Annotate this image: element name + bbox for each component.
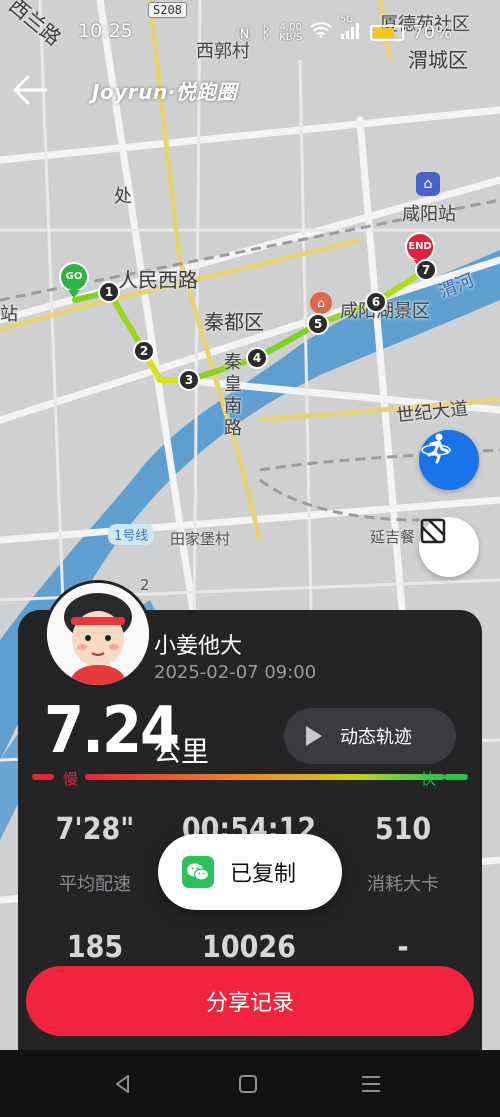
nav-home-button[interactable] (233, 1070, 263, 1098)
map-label-xianyang-station: 咸阳站 (402, 204, 456, 225)
route-start-marker: GO (59, 262, 89, 298)
track-replay-label: 动态轨迹 (340, 727, 412, 748)
station-icon: ⌂ (416, 172, 440, 196)
route-checkpoint: 2 (133, 340, 155, 362)
map-label-chu: 处 (114, 186, 132, 207)
map-label-tianjiabao: 田家堡村 (170, 530, 231, 548)
toast-message: 已复制 (230, 862, 297, 887)
nav-back-button[interactable] (108, 1070, 138, 1098)
metro-line-badge: 1号线 (108, 524, 155, 545)
nfc-icon: Ⓝ (236, 25, 253, 45)
map-label-renmin-xilu: 人民西路 (118, 268, 198, 292)
arrow-left-icon (13, 75, 48, 105)
menu-recents-icon (362, 1076, 380, 1092)
system-nav-bar (0, 1050, 500, 1117)
stat-calories-label: 消耗大卡 (367, 874, 439, 895)
track-replay-button[interactable]: 动态轨迹 (284, 708, 456, 764)
status-bar: 10:25 Ⓝ ᛒ 4.00 KB/S 5G 70% (0, 0, 500, 62)
distance-unit: 公里 (153, 735, 210, 768)
app-logo: Joyrun·悦跑圈 (92, 80, 238, 104)
square-home-icon (239, 1075, 257, 1093)
stat-pace-value: 7'28" (55, 812, 135, 847)
pace-slow-label: 慢 (63, 770, 79, 788)
avatar[interactable] (44, 580, 152, 688)
battery-percent: 70% (412, 22, 453, 43)
runner-icon (421, 433, 451, 464)
route-checkpoint: 7 (415, 259, 437, 281)
copied-toast: 已复制 (158, 834, 342, 910)
map-label-qindu: 秦都区 (204, 310, 264, 334)
pace-fast-label: 快 (421, 770, 437, 788)
stat-calories-value: 510 (374, 812, 432, 847)
map-label-num-2: 2 (140, 576, 150, 594)
map-label-zhan: 站 (0, 304, 18, 325)
nav-recents-button[interactable] (356, 1070, 386, 1098)
stat-steps-value: 10026 (202, 930, 296, 965)
stat-pace-label: 平均配速 (59, 874, 131, 895)
route-checkpoint: 1 (98, 281, 120, 303)
triangle-back-icon (116, 1075, 129, 1093)
wechat-icon (182, 856, 214, 888)
back-button[interactable] (10, 72, 50, 108)
signal-icon: 5G (340, 15, 362, 42)
play-icon (306, 726, 322, 746)
pace-legend-bar (30, 772, 468, 782)
map-toggle-button[interactable] (419, 517, 479, 577)
map-label-yanjiwan: 延吉餐 (370, 528, 416, 546)
route-checkpoint: 3 (178, 369, 200, 391)
wifi-icon (310, 22, 332, 43)
status-icons: Ⓝ ᛒ 4.00 KB/S 5G 70% (236, 15, 453, 45)
scenic-icon: ⌂ (310, 292, 332, 314)
run-date: 2025-02-07 09:00 (154, 662, 317, 683)
route-checkpoint: 6 (365, 291, 387, 313)
battery-icon (370, 24, 405, 41)
bluetooth-icon: ᛒ (261, 22, 272, 43)
route-checkpoint: 4 (246, 347, 268, 369)
user-name: 小姜他大 (154, 634, 243, 659)
map-label-qinhuang-nanlu: 秦皇南路 (224, 352, 242, 439)
crop-icon (420, 518, 446, 544)
avatar-illustration (47, 583, 149, 685)
status-time: 10:25 (78, 20, 133, 42)
stat-extra-value: - (397, 930, 409, 965)
stat-heart-rate-value: 185 (66, 930, 124, 965)
route-checkpoint: 5 (307, 313, 329, 335)
network-speed: 4.00 KB/S (279, 21, 303, 43)
run-mode-button[interactable] (419, 430, 479, 490)
share-record-button[interactable]: 分享记录 (26, 966, 474, 1036)
